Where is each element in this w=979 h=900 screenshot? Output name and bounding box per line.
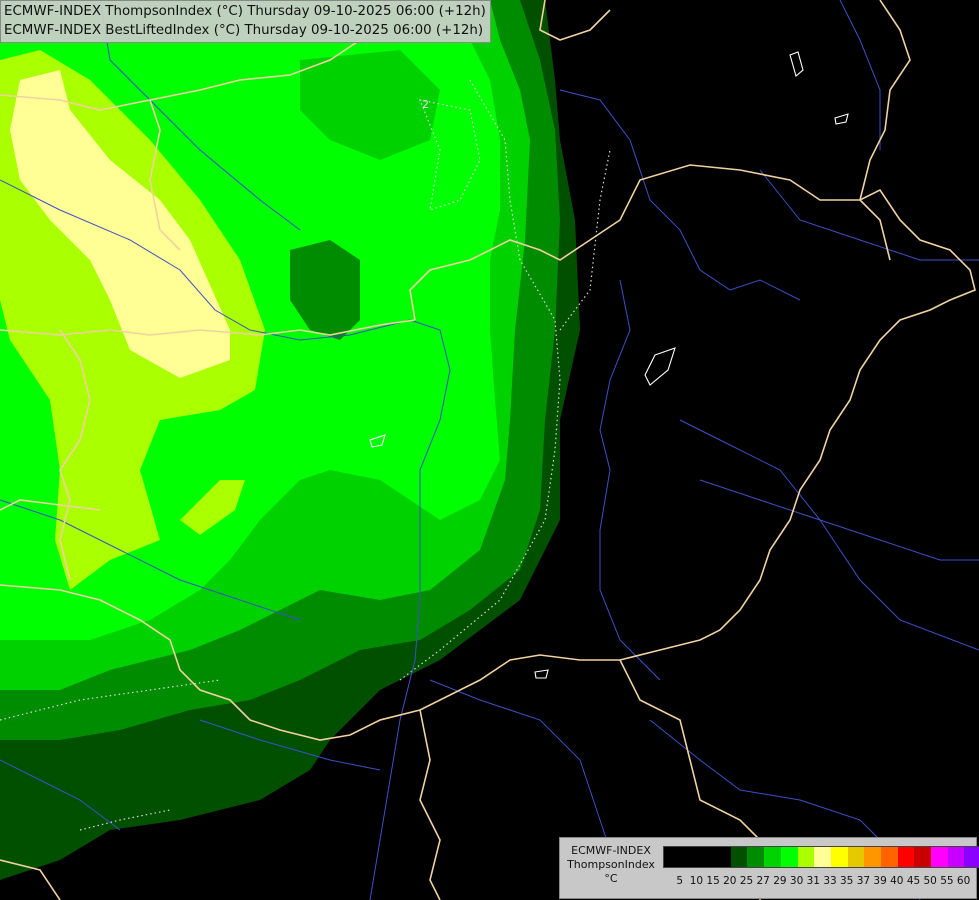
legend-swatch [714, 847, 731, 867]
legend-swatch [864, 847, 881, 867]
legend-swatch [697, 847, 715, 867]
legend-tick-label: 40 [890, 875, 904, 887]
title-box: ECMWF-INDEX ThompsonIndex (°C) Thursday … [0, 0, 491, 43]
legend-unit: °C [604, 872, 618, 885]
legend-tick-label: 35 [840, 875, 854, 887]
legend-tick-label: 60 [956, 875, 971, 887]
legend-swatch [880, 847, 898, 867]
legend-parameter: ThompsonIndex [567, 858, 655, 871]
legend-tick-label: 5 [676, 875, 684, 887]
legend-tick-label: 10 [689, 875, 704, 887]
legend-swatch [747, 847, 765, 867]
legend-swatch [964, 847, 979, 867]
legend-ticks: 5 10 15 20 25 27 29 30 31 33 35 37 39 40 45 50 55 60 [663, 875, 973, 889]
legend-swatch [814, 847, 831, 867]
legend-tick-label: 39 [873, 875, 887, 887]
legend-tick-label: 45 [906, 875, 921, 887]
legend-tick-label: 33 [823, 875, 837, 887]
legend-model: ECMWF-INDEX [571, 844, 651, 857]
legend-swatch [830, 847, 848, 867]
title-line-thompson: ECMWF-INDEX ThompsonIndex (°C) Thursday … [4, 4, 486, 19]
legend-tick-label: 27 [756, 875, 770, 887]
weather-map: 2 [0, 0, 979, 900]
legend-swatch [680, 847, 698, 867]
color-legend: ECMWF-INDEX ThompsonIndex °C 5 10 15 20 25 27… [559, 837, 979, 899]
legend-swatch [931, 847, 948, 867]
title-line-lifted: ECMWF-INDEX BestLiftedIndex (°C) Thursda… [4, 23, 484, 38]
legend-title: ECMWF-INDEX ThompsonIndex °C [563, 844, 659, 886]
legend-tick-label: 31 [806, 875, 820, 887]
legend-swatch [897, 847, 915, 867]
legend-tick-label: 30 [789, 875, 804, 887]
legend-swatches [663, 846, 979, 868]
legend-swatch [914, 847, 931, 867]
contour-label: 2 [422, 98, 429, 111]
legend-swatch [764, 847, 781, 867]
legend-swatch [847, 847, 865, 867]
legend-tick-label: 37 [856, 875, 871, 887]
legend-swatch [947, 847, 965, 867]
legend-swatch [780, 847, 798, 867]
legend-swatch [664, 847, 681, 867]
legend-tick-label: 15 [706, 875, 720, 887]
legend-tick-label: 25 [739, 875, 754, 887]
legend-tick-label: 55 [940, 875, 954, 887]
legend-tick-label: 20 [723, 875, 737, 887]
legend-swatch [730, 847, 748, 867]
legend-swatch [797, 847, 815, 867]
legend-tick-label: 50 [923, 875, 937, 887]
legend-tick-label: 29 [773, 875, 787, 887]
